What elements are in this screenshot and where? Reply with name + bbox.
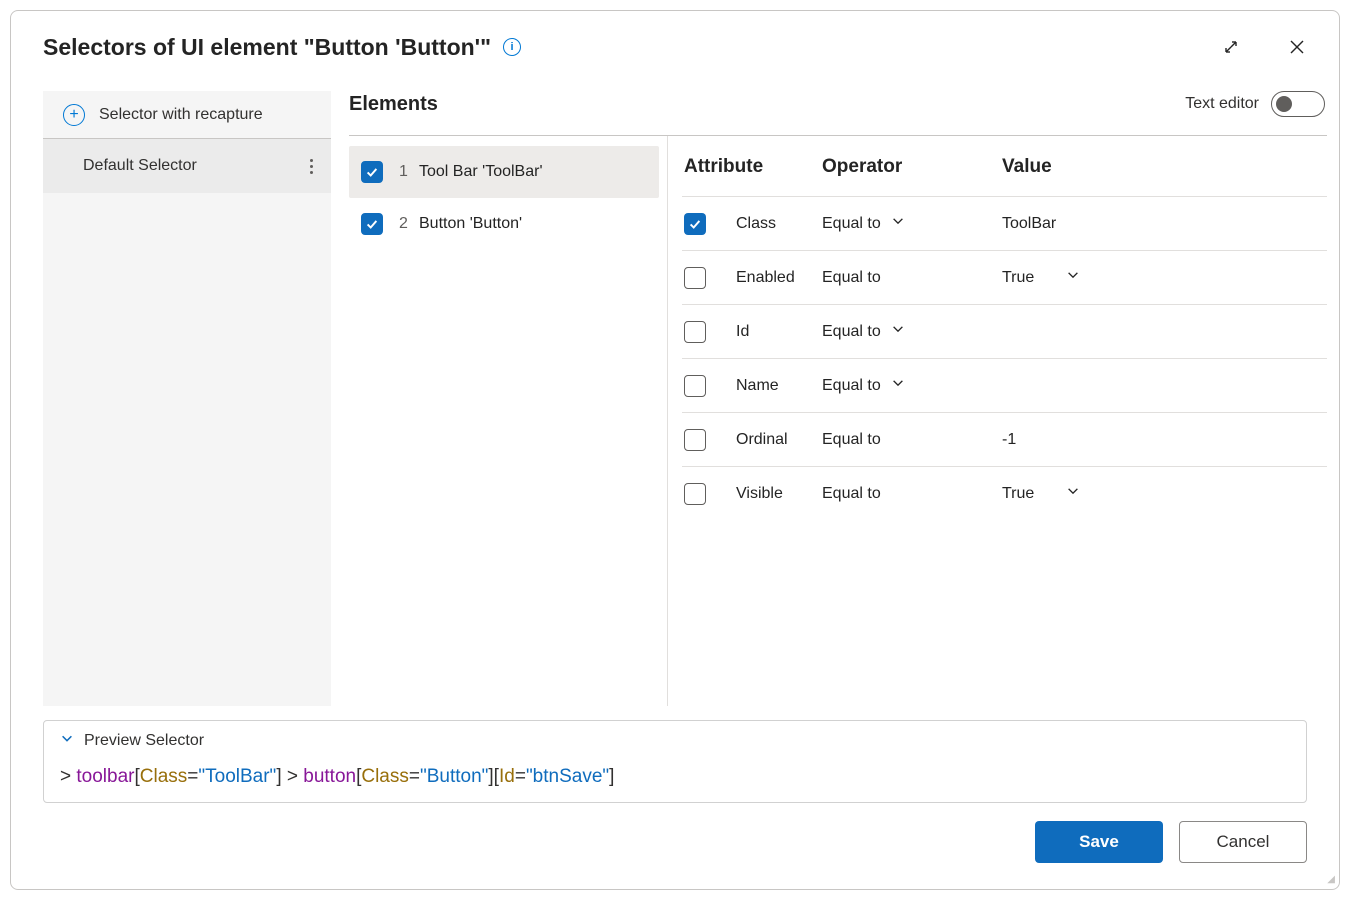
operator-value: Equal to (822, 431, 881, 449)
selector-list-item[interactable]: Default Selector (43, 139, 331, 193)
value-select[interactable]: True (1002, 484, 1327, 503)
element-label: Tool Bar 'ToolBar' (419, 163, 543, 181)
element-index: 2 (399, 215, 419, 233)
value-select[interactable]: True (1002, 268, 1327, 287)
code-token: = (187, 766, 198, 787)
attribute-name: Enabled (736, 269, 795, 287)
attribute-name: Ordinal (736, 431, 788, 449)
code-token: > (60, 766, 76, 787)
preview-selector-code: > toolbar[Class="ToolBar"] > button[Clas… (60, 766, 1290, 788)
operator-value: Equal to (822, 269, 881, 287)
chevron-down-icon (1066, 484, 1080, 503)
operator-value: Equal to (822, 323, 881, 341)
attribute-name: Id (736, 323, 749, 341)
code-token: ] > (276, 766, 303, 787)
operator-value: Equal to (822, 215, 881, 233)
attribute-name: Class (736, 215, 776, 233)
info-icon[interactable]: i (503, 38, 521, 56)
attribute-name: Name (736, 377, 779, 395)
sidebar-empty-area (43, 193, 331, 706)
preview-toggle[interactable]: Preview Selector (60, 731, 1290, 750)
more-icon[interactable] (299, 159, 323, 174)
operator-select[interactable]: Equal to (822, 214, 1002, 233)
add-selector-button[interactable]: + Selector with recapture (43, 91, 331, 139)
add-selector-label: Selector with recapture (99, 106, 263, 124)
operator-value: Equal to (822, 485, 881, 503)
value-text: True (1002, 269, 1034, 287)
operator-select[interactable]: Equal to (822, 322, 1002, 341)
attribute-checkbox[interactable] (684, 267, 706, 289)
code-token: Class (361, 766, 409, 787)
selector-item-label: Default Selector (83, 157, 197, 175)
attribute-checkbox[interactable] (684, 483, 706, 505)
element-row[interactable]: 2Button 'Button' (349, 198, 659, 250)
attribute-row: Id Equal to (682, 304, 1327, 358)
code-token: "ToolBar" (198, 766, 276, 787)
code-token: = (409, 766, 420, 787)
elements-list: 1Tool Bar 'ToolBar'2Button 'Button' (349, 136, 659, 706)
element-row[interactable]: 1Tool Bar 'ToolBar' (349, 146, 659, 198)
value-text[interactable]: -1 (1002, 431, 1016, 448)
attribute-checkbox[interactable] (684, 213, 706, 235)
preview-selector-panel: Preview Selector > toolbar[Class="ToolBa… (43, 720, 1307, 803)
attribute-row: Visible Equal to True (682, 466, 1327, 520)
selector-builder-dialog: Selectors of UI element "Button 'Button'… (10, 10, 1340, 890)
element-checkbox[interactable] (361, 161, 383, 183)
operator-select[interactable]: Equal to (822, 431, 1002, 449)
chevron-down-icon (60, 731, 74, 750)
close-icon[interactable] (1283, 33, 1311, 61)
operator-select[interactable]: Equal to (822, 485, 1002, 503)
attribute-row: Ordinal Equal to -1 (682, 412, 1327, 466)
value-header: Value (1002, 156, 1327, 178)
code-token: "Button" (420, 766, 488, 787)
selector-sidebar: + Selector with recapture Default Select… (11, 71, 331, 706)
preview-label: Preview Selector (84, 732, 204, 750)
operator-header: Operator (822, 156, 1002, 178)
code-token: Id (499, 766, 515, 787)
dialog-title: Selectors of UI element "Button 'Button'… (43, 34, 491, 61)
code-token: Class (140, 766, 188, 787)
text-editor-toggle[interactable] (1271, 91, 1325, 117)
titlebar: Selectors of UI element "Button 'Button'… (11, 11, 1339, 71)
attribute-name: Visible (736, 485, 783, 503)
chevron-down-icon (891, 376, 905, 395)
attributes-panel: Attribute Operator Value Class Equal to To… (667, 136, 1327, 706)
element-index: 1 (399, 163, 419, 181)
attribute-checkbox[interactable] (684, 321, 706, 343)
text-editor-label: Text editor (1185, 95, 1259, 113)
code-token: "btnSave" (526, 766, 609, 787)
code-token: ] (609, 766, 614, 787)
code-token: ][ (488, 766, 499, 787)
code-token: = (515, 766, 526, 787)
code-token: button (303, 766, 356, 787)
attribute-row: Name Equal to (682, 358, 1327, 412)
elements-heading: Elements (349, 93, 438, 116)
expand-icon[interactable] (1217, 33, 1245, 61)
element-checkbox[interactable] (361, 213, 383, 235)
operator-select[interactable]: Equal to (822, 376, 1002, 395)
attribute-header: Attribute (682, 156, 822, 178)
chevron-down-icon (891, 214, 905, 233)
operator-select[interactable]: Equal to (822, 269, 1002, 287)
save-button[interactable]: Save (1035, 821, 1163, 863)
value-text: True (1002, 485, 1034, 503)
code-token: toolbar (76, 766, 134, 787)
attribute-row: Enabled Equal to True (682, 250, 1327, 304)
attribute-row: Class Equal to ToolBar (682, 196, 1327, 250)
chevron-down-icon (891, 322, 905, 341)
plus-icon: + (63, 104, 85, 126)
value-text[interactable]: ToolBar (1002, 215, 1056, 232)
chevron-down-icon (1066, 268, 1080, 287)
attribute-checkbox[interactable] (684, 429, 706, 451)
attribute-checkbox[interactable] (684, 375, 706, 397)
operator-value: Equal to (822, 377, 881, 395)
cancel-button[interactable]: Cancel (1179, 821, 1307, 863)
element-label: Button 'Button' (419, 215, 522, 233)
